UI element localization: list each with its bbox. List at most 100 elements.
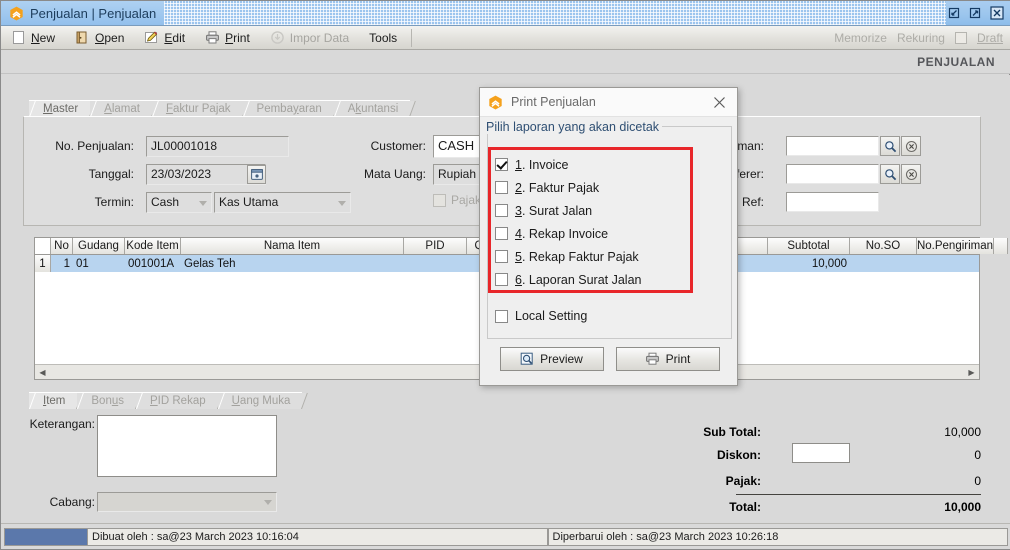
toolbar-right-group: Memorize Rekuring Draft: [834, 31, 1010, 45]
detail-tabstrip: Item Bonus PID Rekap Uang Muka: [29, 392, 303, 409]
toolbar-open-button[interactable]: Open: [65, 27, 134, 49]
master-tabstrip: Master Alamat Faktur Pajak Pembayaran Ak…: [29, 100, 411, 117]
hexagon-chevron-icon: [9, 6, 24, 21]
toolbar-edit-button[interactable]: Edit: [134, 27, 195, 49]
grid-col-tail: [994, 238, 1008, 254]
penjualan-window: Penjualan | Penjualan New Open Edit Prin…: [0, 0, 1010, 550]
pencil-icon: [144, 30, 159, 45]
dialog-title: Print Penjualan: [511, 95, 596, 109]
option-rekap-faktur-pajak-checkbox[interactable]: [495, 250, 508, 263]
label-sub-total: Sub Total:: [703, 425, 761, 439]
grid-col-nama-item[interactable]: Nama Item: [181, 238, 404, 254]
option-rekap-invoice-checkbox[interactable]: [495, 227, 508, 240]
status-bar: Dibuat oleh : sa@23 March 2023 10:16:04 …: [1, 523, 1010, 549]
diskon-input[interactable]: [792, 443, 850, 463]
referer-lookup-magnifier-icon[interactable]: [880, 164, 900, 184]
toolbar-memorize-label[interactable]: Memorize: [834, 31, 887, 45]
tab-master[interactable]: Master: [29, 100, 91, 117]
kas-select[interactable]: Kas Utama: [214, 192, 351, 213]
option-rekap-invoice[interactable]: 4. Rekap Invoice: [495, 222, 695, 245]
toolbar-tools-button[interactable]: Tools: [359, 27, 407, 49]
option-local-setting[interactable]: Local Setting: [495, 309, 587, 323]
tab-alamat[interactable]: Alamat: [90, 100, 152, 117]
option-surat-jalan-checkbox[interactable]: [495, 204, 508, 217]
maximize-window-icon[interactable]: [967, 6, 984, 21]
status-created-text: Dibuat oleh : sa@23 March 2023 10:16:04: [88, 528, 548, 546]
scroll-right-icon[interactable]: ▶: [964, 365, 979, 379]
option-surat-jalan[interactable]: 3. Surat Jalan: [495, 199, 695, 222]
grid-col-subtotal[interactable]: Subtotal: [768, 238, 850, 254]
keterangan-textarea[interactable]: [97, 415, 277, 477]
toolbar-new-button[interactable]: New: [1, 27, 65, 49]
close-window-icon[interactable]: [988, 6, 1005, 21]
referer-field[interactable]: [786, 164, 879, 184]
label-pajak-total: Pajak:: [725, 474, 761, 488]
grid-cell-no-pengiriman: [917, 255, 994, 272]
option-laporan-surat-jalan[interactable]: 6. Laporan Surat Jalan: [495, 268, 695, 291]
tab-pid-rekap[interactable]: PID Rekap: [136, 392, 218, 409]
grid-col-no[interactable]: No: [51, 238, 73, 254]
tab-akuntansi[interactable]: Akuntansi: [333, 100, 411, 117]
option-invoice-checkbox[interactable]: [495, 158, 508, 171]
termin-select[interactable]: Cash: [146, 192, 212, 213]
new-document-icon: [11, 30, 26, 45]
option-invoice[interactable]: 1. Invoice: [495, 153, 695, 176]
option-local-setting-checkbox[interactable]: [495, 309, 508, 323]
window-titlebar: Penjualan | Penjualan: [1, 1, 1010, 26]
totals-divider: [736, 494, 981, 495]
tab-bonus[interactable]: Bonus: [77, 392, 136, 409]
tab-faktur-pajak[interactable]: Faktur Pajak: [151, 100, 243, 117]
scroll-left-icon[interactable]: ◀: [35, 365, 50, 379]
grid-cell-no: 1: [63, 257, 70, 270]
toolbar-impor-data-button: Impor Data: [260, 27, 359, 49]
grid-col-pid[interactable]: PID: [404, 238, 467, 254]
pajak-checkbox-group[interactable]: Pajak: [433, 193, 481, 207]
salesman-clear-circle-icon[interactable]: [901, 136, 921, 156]
tab-pembayaran[interactable]: Pembayaran: [242, 100, 334, 117]
toolbar-open-label: Open: [95, 30, 125, 45]
toolbar-print-button[interactable]: Print: [195, 27, 260, 49]
option-laporan-surat-jalan-checkbox[interactable]: [495, 273, 508, 286]
grid-col-kode-item[interactable]: Kode Item: [125, 238, 181, 254]
grid-col-no-so[interactable]: No.SO: [850, 238, 917, 254]
page-header: PENJUALAN: [1, 50, 1010, 74]
restore-window-icon[interactable]: [946, 6, 963, 21]
dialog-group-label: Pilih laporan yang akan dicetak: [483, 120, 663, 134]
preview-button[interactable]: Preview: [499, 347, 604, 371]
close-icon[interactable]: [709, 92, 729, 112]
referer-clear-circle-icon[interactable]: [901, 164, 921, 184]
page-title: PENJUALAN: [917, 54, 995, 69]
print-button[interactable]: Print: [615, 347, 720, 371]
salesman-field[interactable]: [786, 136, 879, 156]
option-faktur-pajak-checkbox[interactable]: [495, 181, 508, 194]
toolbar-draft-checkbox[interactable]: [954, 31, 967, 44]
import-icon: [270, 30, 285, 45]
calendar-icon[interactable]: [247, 165, 266, 184]
grid-col-gudang[interactable]: Gudang: [73, 238, 125, 254]
label-customer: Customer:: [370, 139, 426, 153]
open-folder-icon: [75, 30, 90, 45]
toolbar-draft-label[interactable]: Draft: [977, 31, 1003, 45]
option-faktur-pajak[interactable]: 2. Faktur Pajak: [495, 176, 695, 199]
titlebar-drag-area[interactable]: [164, 1, 946, 25]
label-no-penjualan: No. Penjualan:: [55, 139, 134, 153]
salesman-lookup-magnifier-icon[interactable]: [880, 136, 900, 156]
toolbar-rekuring-label[interactable]: Rekuring: [897, 31, 945, 45]
tab-uang-muka[interactable]: Uang Muka: [217, 392, 303, 409]
titlebar-left: Penjualan | Penjualan: [1, 1, 165, 25]
cabang-select[interactable]: [97, 492, 277, 512]
pajak-checkbox[interactable]: [433, 193, 446, 207]
value-sub-total: 10,000: [944, 425, 981, 439]
ref-field[interactable]: [786, 192, 879, 212]
window-title: Penjualan | Penjualan: [30, 5, 157, 21]
option-rekap-invoice-label: 4. Rekap Invoice: [515, 226, 609, 241]
preview-magnifier-icon: [520, 352, 534, 366]
option-rekap-faktur-pajak[interactable]: 5. Rekap Faktur Pajak: [495, 245, 695, 268]
label-cabang: Cabang:: [49, 495, 95, 509]
label-mata-uang: Mata Uang:: [363, 167, 426, 181]
grid-col-no-pengiriman[interactable]: No.Pengiriman: [917, 238, 994, 254]
grid-cell-rowhdr: 1: [35, 255, 51, 272]
no-penjualan-field[interactable]: JL00001018: [146, 136, 289, 157]
label-keterangan: Keterangan:: [29, 417, 95, 431]
tab-item[interactable]: Item: [29, 392, 78, 409]
